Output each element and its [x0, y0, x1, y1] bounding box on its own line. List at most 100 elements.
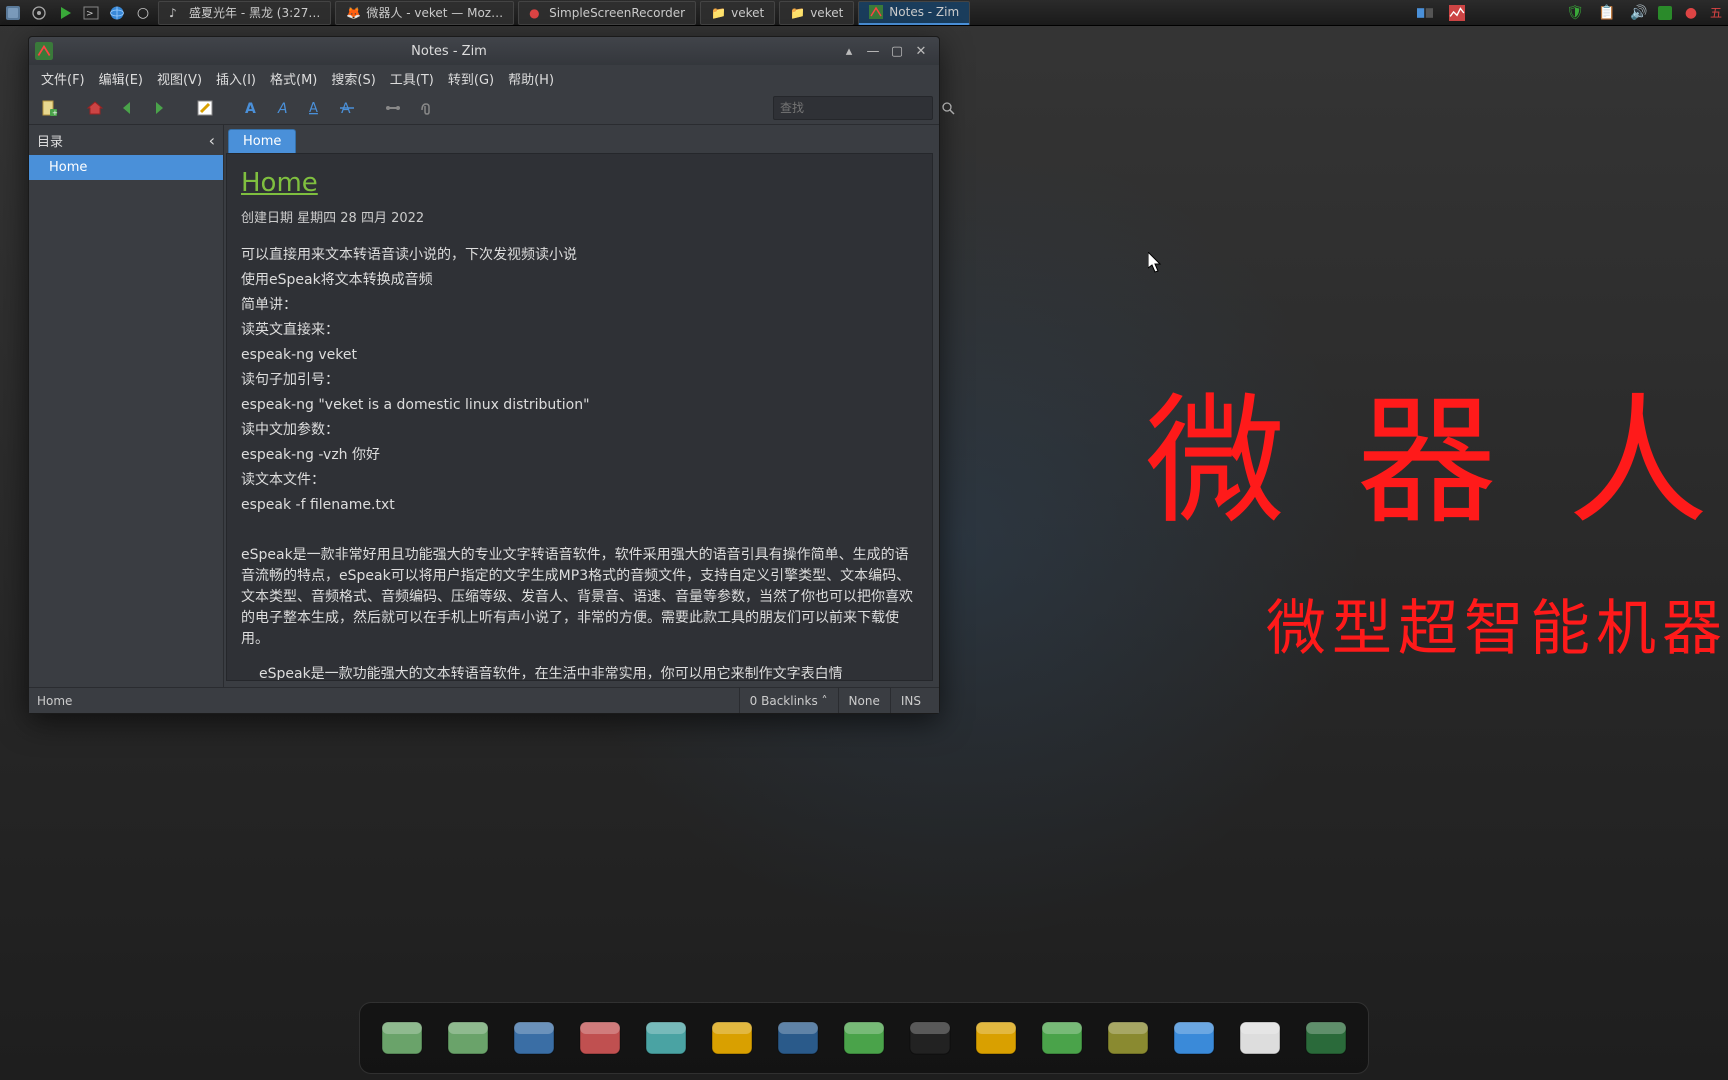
- zim-toolbar: + A A A A: [29, 91, 939, 125]
- zim-body: 目录 ‹ Home Home Home 创建日期 星期四 28 四月 2022 …: [29, 125, 939, 687]
- folder-icon: 📁: [790, 6, 804, 20]
- content-line: eSpeak是一款功能强大的文本转语音软件，在生活中非常实用，你可以用它来制作文…: [259, 664, 918, 682]
- dock-item-chart[interactable]: [1034, 1010, 1090, 1066]
- home-button[interactable]: [81, 94, 109, 122]
- content-line: 简单讲：: [241, 295, 918, 316]
- search-icon[interactable]: [941, 101, 955, 115]
- firefox-icon: 🦊: [346, 6, 360, 20]
- task-firefox[interactable]: 🦊 微器人 - veket — Moz…: [335, 1, 514, 25]
- zim-tree[interactable]: Home: [29, 155, 223, 687]
- dock-item-app-misc[interactable]: [836, 1010, 892, 1066]
- content-line: eSpeak是一款非常好用且功能强大的专业文字转语音软件，软件采用强大的语音引具…: [241, 545, 918, 650]
- status-none: None: [838, 688, 890, 713]
- settings-icon[interactable]: [29, 3, 49, 23]
- search-input[interactable]: [774, 101, 941, 115]
- indicator-dot-icon[interactable]: ○: [133, 3, 153, 23]
- task-veket-2[interactable]: 📁 veket: [779, 1, 854, 25]
- dock-item-share[interactable]: [1166, 1010, 1222, 1066]
- svg-text:>: >: [86, 9, 94, 19]
- menu-view[interactable]: 视图(V): [151, 66, 208, 91]
- menu-edit[interactable]: 编辑(E): [93, 66, 149, 91]
- heading-button[interactable]: A: [237, 94, 265, 122]
- dock-item-files-1[interactable]: [374, 1010, 430, 1066]
- record-status-icon[interactable]: ●: [1681, 3, 1701, 23]
- content-line: [241, 520, 918, 541]
- web-icon[interactable]: [107, 3, 127, 23]
- svg-text:A: A: [245, 101, 256, 117]
- menu-insert[interactable]: 插入(I): [210, 66, 262, 91]
- content-line: espeak-ng "veket is a domestic linux dis…: [241, 395, 918, 416]
- sidebar-collapse-button[interactable]: ‹: [209, 131, 215, 150]
- shield-icon[interactable]: 🛡: [1565, 3, 1585, 23]
- play-icon[interactable]: [55, 3, 75, 23]
- dock-item-files-2[interactable]: [440, 1010, 496, 1066]
- close-button[interactable]: ✕: [909, 41, 933, 61]
- task-veket-1[interactable]: 📁 veket: [700, 1, 775, 25]
- dock-item-pen[interactable]: [638, 1010, 694, 1066]
- zim-icon: [869, 5, 883, 19]
- zim-content[interactable]: Home 创建日期 星期四 28 四月 2022 可以直接用来文本转语音读小说的…: [226, 153, 933, 681]
- menu-search[interactable]: 搜索(S): [325, 66, 381, 91]
- strike-button[interactable]: A: [333, 94, 361, 122]
- zim-main: Home Home 创建日期 星期四 28 四月 2022 可以直接用来文本转语…: [224, 125, 939, 687]
- content-line: 读中文加参数：: [241, 420, 918, 441]
- mouse-cursor-icon: [1148, 252, 1164, 274]
- forward-button[interactable]: [145, 94, 173, 122]
- dock-item-brightness[interactable]: [1232, 1010, 1288, 1066]
- back-button[interactable]: [113, 94, 141, 122]
- panel-left: > ○ ♪ 盛夏光年 - 黑龙 (3:27… 🦊 微器人 - veket — M…: [0, 0, 972, 25]
- page-meta: 创建日期 星期四 28 四月 2022: [241, 209, 918, 229]
- maximize-button[interactable]: ▢: [885, 41, 909, 61]
- status-backlinks[interactable]: 0 Backlinks ˄: [739, 688, 838, 713]
- task-zim[interactable]: Notes - Zim: [858, 1, 970, 25]
- menu-format[interactable]: 格式(M): [264, 66, 323, 91]
- pin-button[interactable]: ▴: [837, 41, 861, 61]
- dock-item-monitor[interactable]: [506, 1010, 562, 1066]
- task-ssr[interactable]: ● SimpleScreenRecorder: [518, 1, 696, 25]
- new-page-button[interactable]: +: [35, 94, 63, 122]
- menu-tools[interactable]: 工具(T): [384, 66, 440, 91]
- toolbar-search[interactable]: [773, 96, 933, 120]
- attach-button[interactable]: [411, 94, 439, 122]
- dock-item-tux[interactable]: [902, 1010, 958, 1066]
- menu-goto[interactable]: 转到(G): [442, 66, 500, 91]
- zim-titlebar[interactable]: Notes - Zim ▴ — ▢ ✕: [29, 37, 939, 65]
- tree-item-home[interactable]: Home: [29, 155, 223, 180]
- folder-icon: 📁: [711, 6, 725, 20]
- zim-tabs: Home: [224, 125, 939, 153]
- dock-item-app-tool[interactable]: [572, 1010, 628, 1066]
- link-button[interactable]: [379, 94, 407, 122]
- tab-home[interactable]: Home: [228, 129, 296, 153]
- wallpaper-subtitle: 微型超智能机器: [1266, 580, 1728, 667]
- workspace-switcher-icon[interactable]: [1415, 3, 1435, 23]
- menu-file[interactable]: 文件(F): [35, 66, 91, 91]
- underline-button[interactable]: A: [301, 94, 329, 122]
- panel-right: 🛡 📋 🔊 ● 五: [1412, 0, 1728, 25]
- dock-item-folder[interactable]: [968, 1010, 1024, 1066]
- zim-app-icon: [35, 42, 53, 60]
- content-line: espeak -f filename.txt: [241, 495, 918, 516]
- ime-indicator[interactable]: 五: [1710, 4, 1722, 21]
- status-path: Home: [37, 694, 739, 708]
- zim-window-title: Notes - Zim: [61, 44, 837, 59]
- volume-icon[interactable]: 🔊: [1629, 3, 1649, 23]
- app-menu-icon[interactable]: [3, 3, 23, 23]
- task-music[interactable]: ♪ 盛夏光年 - 黑龙 (3:27…: [158, 1, 331, 25]
- italic-button[interactable]: A: [269, 94, 297, 122]
- edit-toggle-button[interactable]: [191, 94, 219, 122]
- status-ins: INS: [890, 688, 931, 713]
- dock-item-help[interactable]: [1100, 1010, 1156, 1066]
- minimize-button[interactable]: —: [861, 41, 885, 61]
- terminal-icon[interactable]: >: [81, 3, 101, 23]
- sysmon-icon[interactable]: [1447, 3, 1467, 23]
- dock-item-audio[interactable]: [770, 1010, 826, 1066]
- dock-item-palette[interactable]: [704, 1010, 760, 1066]
- battery-icon[interactable]: [1658, 6, 1672, 20]
- menu-help[interactable]: 帮助(H): [502, 66, 560, 91]
- top-panel: > ○ ♪ 盛夏光年 - 黑龙 (3:27… 🦊 微器人 - veket — M…: [0, 0, 1728, 26]
- record-icon: ●: [529, 6, 543, 20]
- svg-text:A: A: [341, 101, 351, 117]
- dock-item-globe[interactable]: [1298, 1010, 1354, 1066]
- clipboard-icon[interactable]: 📋: [1597, 3, 1617, 23]
- content-line: 读英文直接来：: [241, 320, 918, 341]
